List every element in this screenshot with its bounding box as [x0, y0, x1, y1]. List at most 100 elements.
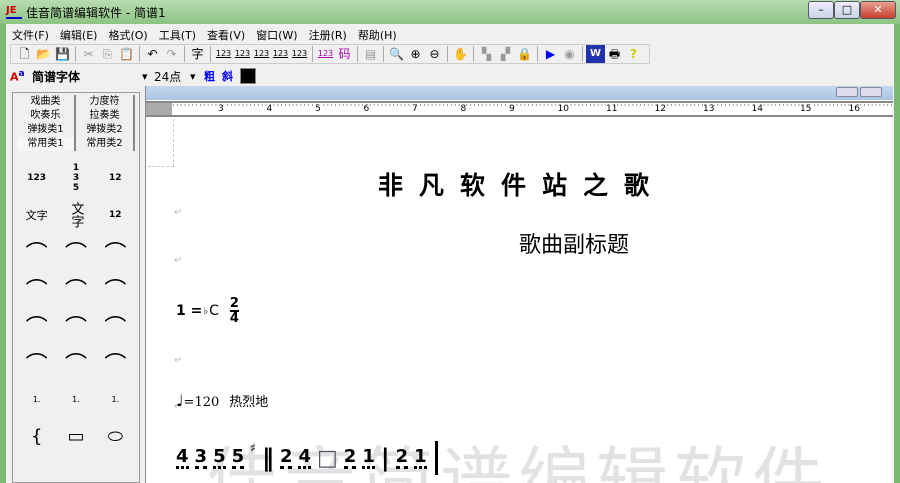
underline-4-icon[interactable]: 123 — [271, 45, 290, 63]
note[interactable]: 4 — [298, 447, 311, 469]
bar-line[interactable]: | — [381, 444, 390, 472]
palette-tab[interactable]: 弹拨类2 — [76, 123, 135, 137]
note[interactable]: 2 — [395, 447, 409, 469]
menu-item[interactable]: 帮助(H) — [358, 24, 404, 43]
numbered-icon[interactable]: 123 — [316, 45, 335, 63]
underline-5-icon[interactable]: 123 — [290, 45, 309, 63]
tempo-marking[interactable]: ♩=120 热烈地 — [176, 391, 268, 410]
zoom-in-icon[interactable]: ⊕ — [406, 45, 425, 63]
italic-button[interactable]: 斜 — [222, 68, 240, 84]
open-icon[interactable]: 📂 — [34, 45, 53, 63]
copy-icon[interactable]: ⎘ — [98, 45, 117, 63]
menu-item[interactable]: 查看(V) — [207, 24, 252, 43]
note[interactable]: 2 — [343, 447, 357, 469]
palette-symbol[interactable]: ⌒ — [17, 344, 56, 381]
palette-symbol[interactable]: 文字 — [17, 196, 56, 233]
zoom-out-icon[interactable]: ⊖ — [425, 45, 444, 63]
palette-tab[interactable]: 弹拨类1 — [17, 123, 76, 137]
menu-item[interactable]: 编辑(E) — [60, 24, 105, 43]
menu-item[interactable]: 文件(F) — [12, 24, 56, 43]
underline-2-icon[interactable]: 123 — [233, 45, 252, 63]
note[interactable]: 4 — [176, 447, 189, 469]
palette-symbol[interactable]: ⌒ — [17, 233, 56, 270]
note[interactable]: 2 — [279, 447, 293, 469]
bold-button[interactable]: 粗 — [204, 68, 222, 84]
palette-tab[interactable]: 力度符 — [76, 95, 135, 109]
palette-symbol[interactable]: ⌒ — [96, 344, 135, 381]
palette-symbol[interactable]: ⌒ — [56, 270, 95, 307]
redo-icon[interactable]: ↷ — [162, 45, 181, 63]
palette-symbol[interactable]: ⌒ — [96, 270, 135, 307]
cut-icon[interactable]: ✂ — [79, 45, 98, 63]
minimize-button[interactable]: – — [808, 1, 834, 19]
code-icon[interactable]: 码 — [335, 45, 354, 63]
palette-symbol[interactable]: 12 — [96, 159, 135, 196]
palette-symbol[interactable]: ⌒ — [17, 270, 56, 307]
note[interactable]: 5 — [231, 447, 245, 469]
palette-symbol[interactable]: 1 3 5 — [71, 163, 81, 193]
palette-symbol[interactable]: ⌒ — [56, 307, 95, 344]
close-button[interactable]: ✕ — [860, 1, 896, 19]
properties-icon[interactable]: ▤ — [361, 45, 380, 63]
underline-3-icon[interactable]: 123 — [252, 45, 271, 63]
char-button[interactable]: 字 — [188, 45, 207, 63]
child-minimize-button[interactable] — [836, 87, 858, 97]
save-icon[interactable]: 💾 — [53, 45, 72, 63]
palette-symbol[interactable]: ⬭ — [96, 418, 135, 455]
palette-tab[interactable]: 拉奏类 — [76, 109, 135, 123]
palette-symbol[interactable]: 文字 — [56, 196, 95, 233]
menu-item[interactable]: 注册(R) — [309, 24, 354, 43]
color-picker[interactable] — [240, 68, 256, 84]
palette-symbol[interactable]: { — [17, 418, 56, 455]
paste-icon[interactable]: 📋 — [117, 45, 136, 63]
print-icon[interactable]: 🖶 — [605, 45, 624, 63]
play-icon[interactable]: ▶ — [541, 45, 560, 63]
song-title[interactable]: 非凡软件站之歌 — [378, 166, 665, 202]
palette-symbol[interactable]: ▭ — [56, 418, 95, 455]
font-select[interactable]: 简谱字体 — [32, 68, 142, 85]
note[interactable]: 5 — [213, 447, 226, 469]
font-dropdown-icon[interactable]: ▾ — [142, 70, 154, 83]
palette-symbol[interactable]: 1. — [17, 381, 56, 418]
help-icon[interactable]: ? — [624, 45, 643, 63]
palette-symbol[interactable]: 1. — [56, 381, 95, 418]
palette-tab[interactable]: 戏曲类 — [17, 95, 76, 109]
stop-icon[interactable]: ◉ — [560, 45, 579, 63]
key-signature[interactable]: 1 = ♭ C 2 4 — [176, 297, 239, 325]
palette-tab[interactable]: 常用类2 — [76, 137, 135, 151]
song-subtitle[interactable]: 歌曲副标题 — [519, 227, 629, 259]
palette-symbol[interactable]: 12 — [96, 196, 135, 233]
sharp-sign[interactable]: ♯ — [250, 441, 256, 455]
menu-item[interactable]: 格式(O) — [108, 24, 154, 43]
new-icon[interactable]: 🗋 — [15, 45, 34, 63]
group-icon[interactable]: ▚ — [477, 45, 496, 63]
maximize-button[interactable]: □ — [834, 1, 860, 19]
lock-icon[interactable]: 🔒 — [515, 45, 534, 63]
undo-icon[interactable]: ↶ — [143, 45, 162, 63]
palette-tab[interactable]: 常用类1 — [17, 137, 76, 151]
palette-symbol[interactable]: ⌒ — [56, 233, 95, 270]
palette-symbol[interactable]: ⌒ — [17, 307, 56, 344]
note[interactable]: 1 — [414, 447, 427, 469]
bar-line[interactable]: ‖ — [262, 444, 274, 472]
note[interactable]: 1 — [362, 447, 375, 469]
palette-symbol[interactable]: ⌒ — [96, 307, 135, 344]
palette-symbol[interactable]: 1. — [96, 381, 135, 418]
zoom-fit-icon[interactable]: 🔍 — [387, 45, 406, 63]
underline-1-icon[interactable]: 123 — [214, 45, 233, 63]
menu-item[interactable]: 窗口(W) — [256, 24, 304, 43]
score-page[interactable]: 佳音简谱编辑软件 ↵ ↵ ↵ ↵ 非凡软件站之歌 歌曲副标题 1 = ♭ C 2… — [146, 119, 893, 483]
child-maximize-button[interactable] — [860, 87, 882, 97]
notes-line[interactable]: 4 3 5 5 ♯ ‖ 2 4 □ 2 1 | 2 1 — [176, 441, 438, 475]
palette-symbol[interactable]: 123 — [17, 159, 56, 196]
ungroup-icon[interactable]: ▞ — [496, 45, 515, 63]
size-select[interactable]: 24点 — [154, 68, 190, 85]
palette-tab[interactable]: 吹奏乐 — [17, 109, 76, 123]
size-dropdown-icon[interactable]: ▾ — [190, 70, 204, 83]
word-icon[interactable]: W — [586, 45, 605, 63]
palette-symbol[interactable]: ⌒ — [56, 344, 95, 381]
hand-icon[interactable]: ✋ — [451, 45, 470, 63]
note[interactable]: 3 — [194, 447, 208, 469]
palette-symbol[interactable]: ⌒ — [96, 233, 135, 270]
menu-item[interactable]: 工具(T) — [159, 24, 203, 43]
